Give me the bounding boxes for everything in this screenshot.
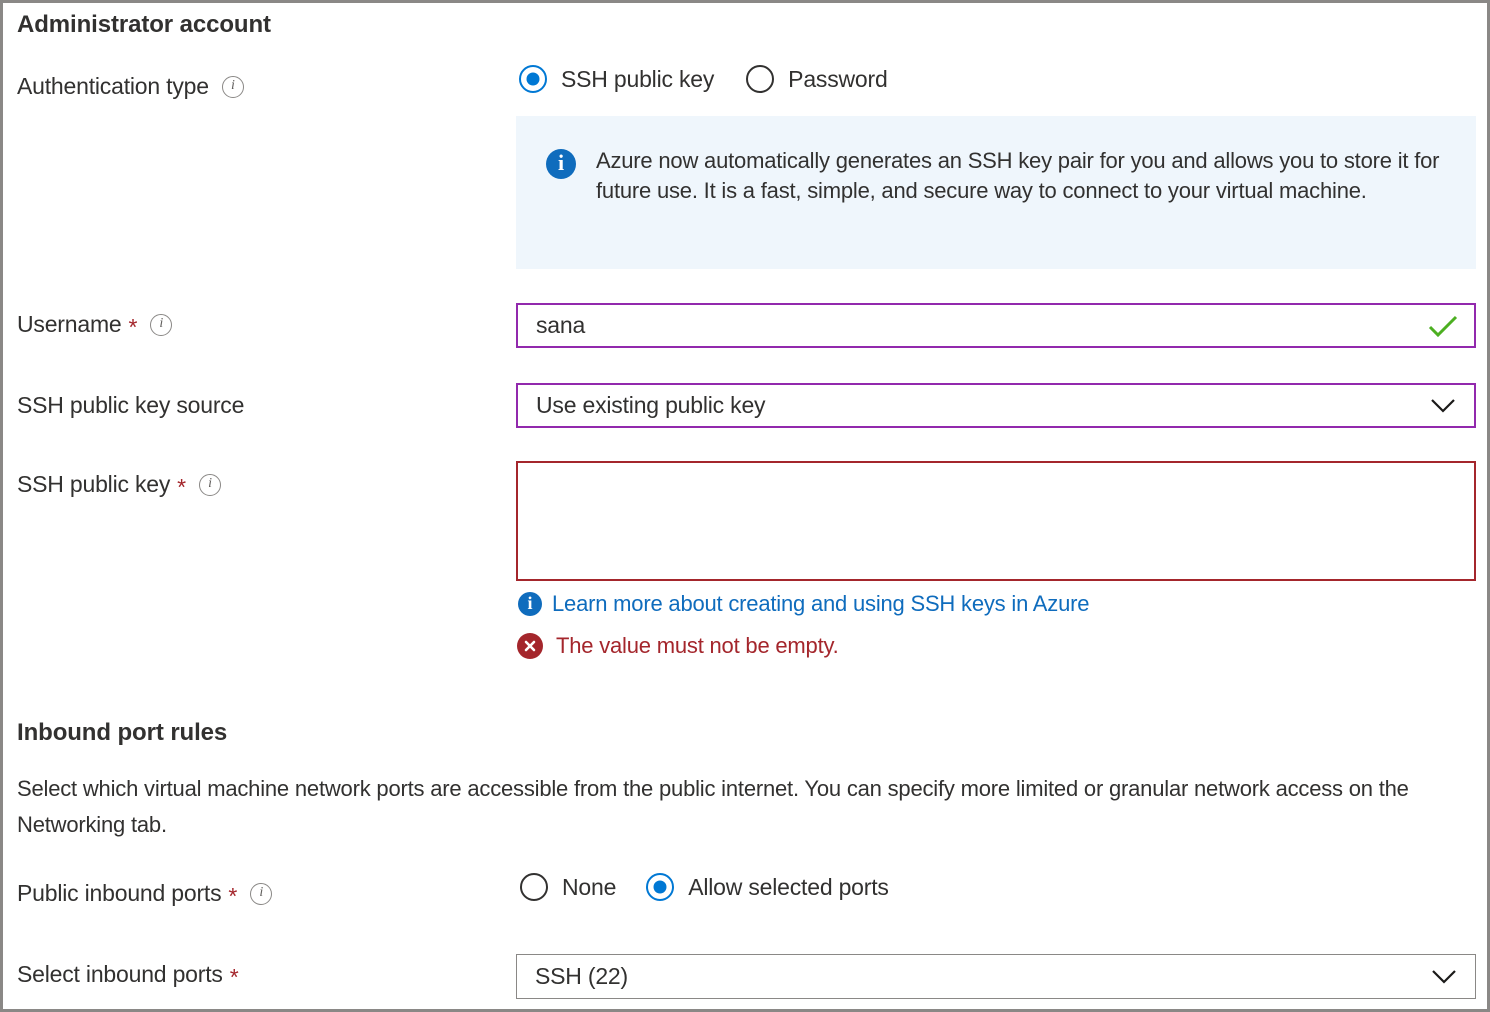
public-inbound-ports-label: Public inbound ports * i <box>17 880 273 909</box>
info-circle-icon[interactable]: i <box>150 313 173 336</box>
ssh-public-key-required-marker: * <box>177 474 186 500</box>
ssh-public-key-source-value: Use existing public key <box>536 392 766 418</box>
radio-password[interactable]: Password <box>746 65 888 93</box>
info-circle-icon[interactable]: i <box>198 473 221 496</box>
username-label-text: Username <box>17 311 122 337</box>
select-inbound-ports-label-text: Select inbound ports <box>17 961 223 987</box>
ssh-key-info-banner-text: Azure now automatically generates an SSH… <box>596 148 1440 203</box>
public-inbound-ports-radio-group: None Allow selected ports <box>520 873 889 901</box>
chevron-down-icon[interactable] <box>1430 398 1456 414</box>
ssh-public-key-source-dropdown[interactable]: Use existing public key <box>516 383 1476 428</box>
radio-password-dot[interactable] <box>746 65 775 93</box>
info-filled-icon: i <box>518 592 542 616</box>
azure-vm-create-form: Administrator account Authentication typ… <box>0 0 1490 1012</box>
radio-ssh-public-key-label: SSH public key <box>561 65 715 92</box>
username-input-value: sana <box>536 312 586 338</box>
ssh-public-key-source-label: SSH public key source <box>17 392 244 419</box>
ssh-public-key-label-text: SSH public key <box>17 471 171 497</box>
select-inbound-ports-dropdown[interactable]: SSH (22) <box>516 954 1476 999</box>
ssh-public-key-error-text: The value must not be empty. <box>556 633 839 658</box>
public-inbound-ports-label-text: Public inbound ports <box>17 880 222 906</box>
inbound-port-rules-description: Select which virtual machine network por… <box>17 776 1409 837</box>
checkmark-icon <box>1428 315 1458 337</box>
chevron-down-icon[interactable] <box>1431 969 1457 985</box>
ssh-keys-learn-more-link[interactable]: Learn more about creating and using SSH … <box>552 591 1089 617</box>
username-input[interactable]: sana <box>516 303 1476 348</box>
select-inbound-ports-required-marker: * <box>229 964 239 990</box>
radio-allow-selected-ports-dot[interactable] <box>646 873 675 901</box>
authentication-type-label: Authentication type i <box>17 73 244 100</box>
radio-allow-selected-ports-label: Allow selected ports <box>688 873 889 900</box>
authentication-type-label-text: Authentication type <box>17 73 209 99</box>
select-inbound-ports-value: SSH (22) <box>535 963 628 989</box>
ssh-key-info-banner: i Azure now automatically generates an S… <box>516 116 1476 269</box>
info-filled-icon: i <box>546 149 576 179</box>
radio-none-label: None <box>562 873 617 900</box>
public-inbound-ports-required-marker: * <box>228 883 238 909</box>
username-label: Username * i <box>17 311 173 340</box>
info-circle-icon[interactable]: i <box>250 882 273 905</box>
username-required-marker: * <box>128 314 138 340</box>
radio-password-label: Password <box>788 65 888 92</box>
info-circle-icon[interactable]: i <box>221 75 244 98</box>
error-circle-icon <box>517 633 543 659</box>
authentication-type-radio-group: SSH public key Password <box>519 65 888 93</box>
radio-none-dot[interactable] <box>520 873 548 901</box>
select-inbound-ports-label: Select inbound ports * <box>17 961 239 990</box>
ssh-keys-learn-more-row: i Learn more about creating and using SS… <box>518 591 1089 617</box>
ssh-public-key-textarea[interactable] <box>516 461 1476 581</box>
radio-ssh-public-key[interactable]: SSH public key <box>519 65 714 93</box>
ssh-public-key-label: SSH public key * i <box>17 471 221 500</box>
administrator-account-heading: Administrator account <box>17 11 271 38</box>
radio-ssh-public-key-dot[interactable] <box>519 65 547 93</box>
inbound-port-rules-heading: Inbound port rules <box>17 719 228 746</box>
ssh-public-key-error-row: The value must not be empty. <box>517 633 839 659</box>
ssh-public-key-source-label-text: SSH public key source <box>17 392 245 418</box>
radio-none[interactable]: None <box>520 873 616 901</box>
radio-allow-selected-ports[interactable]: Allow selected ports <box>646 873 889 901</box>
